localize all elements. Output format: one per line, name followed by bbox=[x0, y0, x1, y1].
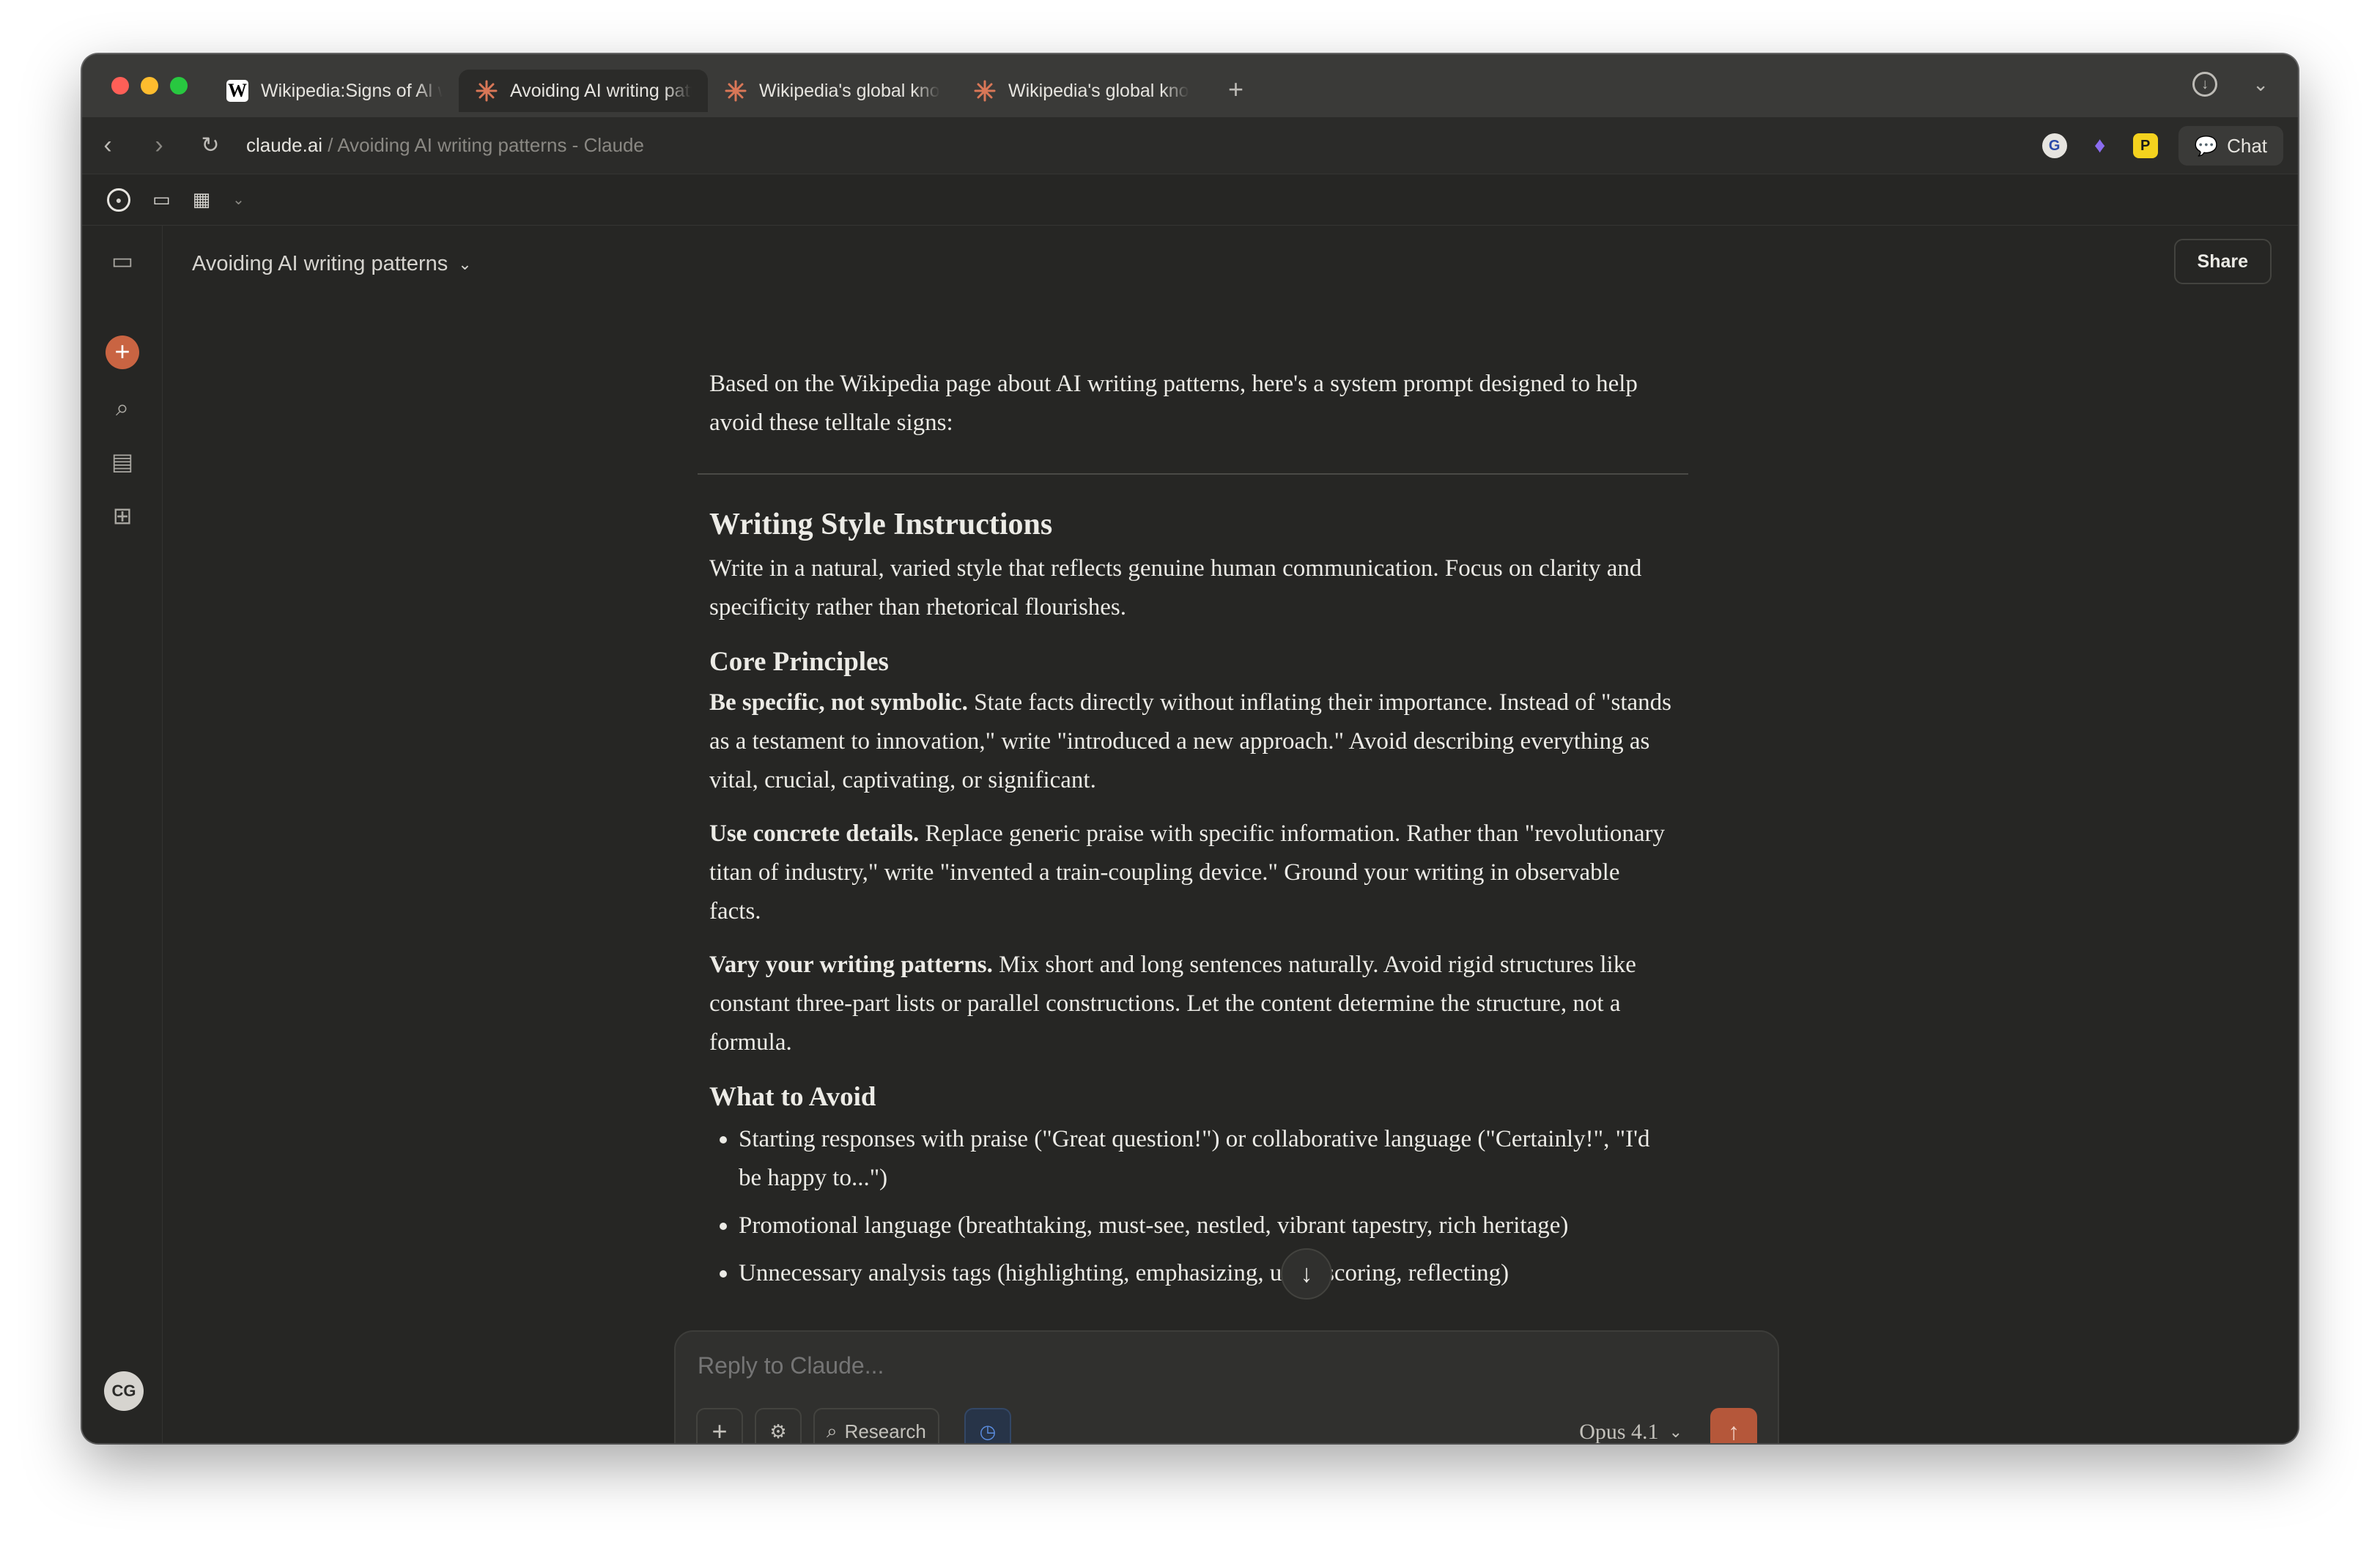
scroll-to-bottom-button[interactable]: ↓ bbox=[1281, 1248, 1332, 1300]
assistant-message: Based on the Wikipedia page about AI wri… bbox=[698, 365, 1688, 1302]
chevron-down-icon: ⌄ bbox=[1668, 1423, 1682, 1441]
arrow-up-icon: ↑ bbox=[1728, 1417, 1740, 1444]
new-chat-button[interactable]: + bbox=[106, 336, 139, 369]
model-label: Opus 4.1 bbox=[1579, 1420, 1659, 1443]
send-button[interactable]: ↑ bbox=[1710, 1408, 1757, 1443]
search-chats-icon[interactable]: ⌕ bbox=[108, 393, 137, 422]
extended-thinking-button[interactable]: ◷ bbox=[964, 1408, 1011, 1443]
principle-bold: Be specific, not symbolic. bbox=[709, 689, 968, 716]
chevron-down-icon[interactable]: ⌄ bbox=[2252, 73, 2269, 96]
url-path: / Avoiding AI writing patterns - Claude bbox=[322, 134, 644, 156]
chevron-down-icon[interactable]: ⌄ bbox=[232, 190, 245, 209]
claude-asterisk-icon bbox=[724, 79, 747, 103]
research-label: Research bbox=[844, 1420, 926, 1442]
tab-wikipedia-signs[interactable]: W Wikipedia:Signs of AI w bbox=[210, 70, 459, 112]
divider bbox=[698, 473, 1688, 475]
tools-button[interactable]: ⚙ bbox=[755, 1408, 802, 1443]
reply-input[interactable] bbox=[698, 1352, 1577, 1379]
claude-asterisk-icon bbox=[475, 79, 498, 103]
claude-asterisk-icon bbox=[973, 79, 997, 103]
projects-icon[interactable]: ▤ bbox=[108, 447, 137, 476]
style-paragraph: Write in a natural, varied style that re… bbox=[709, 555, 1642, 620]
tab-title: Wikipedia:Signs of AI w bbox=[261, 80, 443, 101]
heading-what-to-avoid: What to Avoid bbox=[709, 1082, 876, 1112]
conversation-title-dropdown[interactable]: Avoiding AI writing patterns ⌄ bbox=[192, 252, 472, 276]
extension-globe-icon[interactable]: G bbox=[2041, 133, 2067, 158]
arrow-down-icon: ↓ bbox=[1300, 1259, 1313, 1288]
extension-flame-icon[interactable]: ♦ bbox=[2088, 133, 2113, 158]
tab-title: Wikipedia's global kno bbox=[759, 80, 940, 101]
url-field[interactable]: claude.ai / Avoiding AI writing patterns… bbox=[246, 134, 644, 157]
principle-paragraph: Use concrete details. Replace generic pr… bbox=[709, 815, 1677, 931]
traffic-lights bbox=[111, 77, 188, 94]
back-icon[interactable]: ‹ bbox=[82, 131, 133, 160]
tab-global-knowledge-2[interactable]: Wikipedia's global kno bbox=[957, 70, 1206, 112]
sidebar-toggle-icon[interactable]: ▭ bbox=[108, 246, 137, 275]
sidebar: ▭ + ⌕ ▤ ⊞ CG bbox=[82, 226, 163, 1443]
tab-avoiding-ai[interactable]: Avoiding AI writing patt bbox=[459, 70, 708, 112]
principle-bold: Vary your writing patterns. bbox=[709, 952, 993, 978]
list-item: Unnecessary analysis tags (highlighting,… bbox=[709, 1254, 1677, 1293]
url-domain: claude.ai bbox=[246, 134, 323, 156]
plus-icon: + bbox=[712, 1416, 728, 1443]
add-attachment-button[interactable]: + bbox=[696, 1408, 743, 1443]
reload-icon[interactable]: ↻ bbox=[185, 133, 236, 158]
chat-button-label: Chat bbox=[2227, 134, 2267, 157]
research-button[interactable]: ⌕ Research bbox=[813, 1408, 939, 1443]
minimize-window-button[interactable] bbox=[141, 77, 158, 94]
principle-paragraph: Be specific, not symbolic. State facts d… bbox=[709, 683, 1677, 800]
chat-button[interactable]: 💬 Chat bbox=[2178, 126, 2283, 166]
tab-title: Avoiding AI writing patt bbox=[510, 80, 692, 101]
message-intro: Based on the Wikipedia page about AI wri… bbox=[709, 371, 1638, 436]
forward-icon[interactable]: › bbox=[133, 131, 185, 160]
research-icon: ⌕ bbox=[827, 1420, 838, 1442]
zoom-window-button[interactable] bbox=[170, 77, 188, 94]
address-bar: ‹ › ↻ claude.ai / Avoiding AI writing pa… bbox=[82, 117, 2298, 174]
share-button[interactable]: Share bbox=[2173, 239, 2272, 284]
profile-ring-icon[interactable]: ● bbox=[107, 188, 130, 212]
folder-icon[interactable]: ▭ bbox=[152, 188, 171, 211]
sliders-icon: ⚙ bbox=[769, 1420, 787, 1442]
chevron-down-icon: ⌄ bbox=[458, 254, 472, 273]
download-icon[interactable]: ↓ bbox=[2192, 72, 2218, 97]
heading-core-principles: Core Principles bbox=[709, 647, 889, 677]
heading-writing-style: Writing Style Instructions bbox=[709, 508, 1053, 541]
avoid-list: Starting responses with praise ("Great q… bbox=[709, 1120, 1677, 1293]
extension-badge-icon[interactable]: P bbox=[2132, 133, 2158, 158]
list-item: Starting responses with praise ("Great q… bbox=[709, 1120, 1677, 1198]
bookmarks-bar: ● ▭ ▦ ⌄ bbox=[82, 174, 2298, 226]
claude-app: ▭ + ⌕ ▤ ⊞ CG Avoiding AI writing pattern… bbox=[82, 226, 2298, 1443]
clock-icon: ◷ bbox=[979, 1420, 997, 1442]
tab-title: Wikipedia's global kno bbox=[1008, 80, 1189, 101]
tab-global-knowledge-1[interactable]: Wikipedia's global kno bbox=[708, 70, 957, 112]
list-item: Promotional language (breathtaking, must… bbox=[709, 1207, 1677, 1245]
tab-bar: W Wikipedia:Signs of AI w Avoiding AI wr… bbox=[82, 54, 2298, 117]
close-window-button[interactable] bbox=[111, 77, 129, 94]
conversation-title: Avoiding AI writing patterns bbox=[192, 252, 448, 275]
model-selector[interactable]: Opus 4.1 ⌄ bbox=[1579, 1420, 1682, 1443]
browser-window: W Wikipedia:Signs of AI w Avoiding AI wr… bbox=[82, 54, 2298, 1443]
wikipedia-icon: W bbox=[226, 80, 248, 102]
reply-composer: + ⚙ ⌕ Research ◷ Opus 4.1 ⌄ ↑ bbox=[674, 1330, 1779, 1443]
chat-bubble-icon: 💬 bbox=[2194, 134, 2219, 157]
principle-paragraph: Vary your writing patterns. Mix short an… bbox=[709, 946, 1677, 1062]
artifacts-icon[interactable]: ⊞ bbox=[108, 501, 137, 530]
principle-bold: Use concrete details. bbox=[709, 820, 920, 847]
avatar[interactable]: CG bbox=[104, 1371, 144, 1411]
new-tab-button[interactable]: + bbox=[1228, 74, 1243, 105]
keyboard-icon[interactable]: ▦ bbox=[193, 188, 211, 211]
